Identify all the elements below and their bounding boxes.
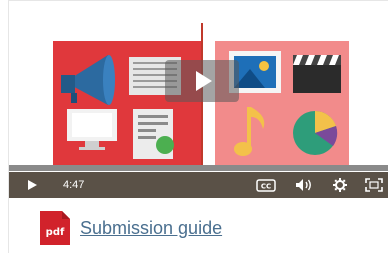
clapperboard-icon (293, 55, 341, 93)
pdf-file-icon: pdf (40, 211, 70, 245)
play-small-icon (28, 180, 37, 190)
report-icon (133, 109, 174, 159)
play-overlay-button[interactable] (165, 60, 239, 102)
gear-icon (333, 178, 347, 192)
submission-guide-link[interactable]: Submission guide (80, 218, 222, 239)
captions-button[interactable]: CC (253, 172, 279, 198)
settings-button[interactable] (327, 172, 353, 198)
fullscreen-button[interactable] (361, 172, 387, 198)
video-poster[interactable] (9, 5, 388, 171)
current-time: 4:47 (63, 179, 85, 191)
play-icon (196, 71, 212, 91)
volume-button[interactable] (291, 172, 317, 198)
volume-icon (296, 179, 311, 191)
play-button[interactable] (19, 172, 45, 198)
control-bar: 4:47 CC (9, 172, 388, 198)
fullscreen-icon (365, 178, 383, 192)
closed-captions-icon: CC (256, 178, 276, 192)
svg-text:CC: CC (261, 182, 271, 190)
video-player[interactable]: 4:47 CC (9, 5, 388, 198)
pdf-label: pdf (45, 227, 65, 238)
pie-chart-icon (293, 110, 338, 155)
